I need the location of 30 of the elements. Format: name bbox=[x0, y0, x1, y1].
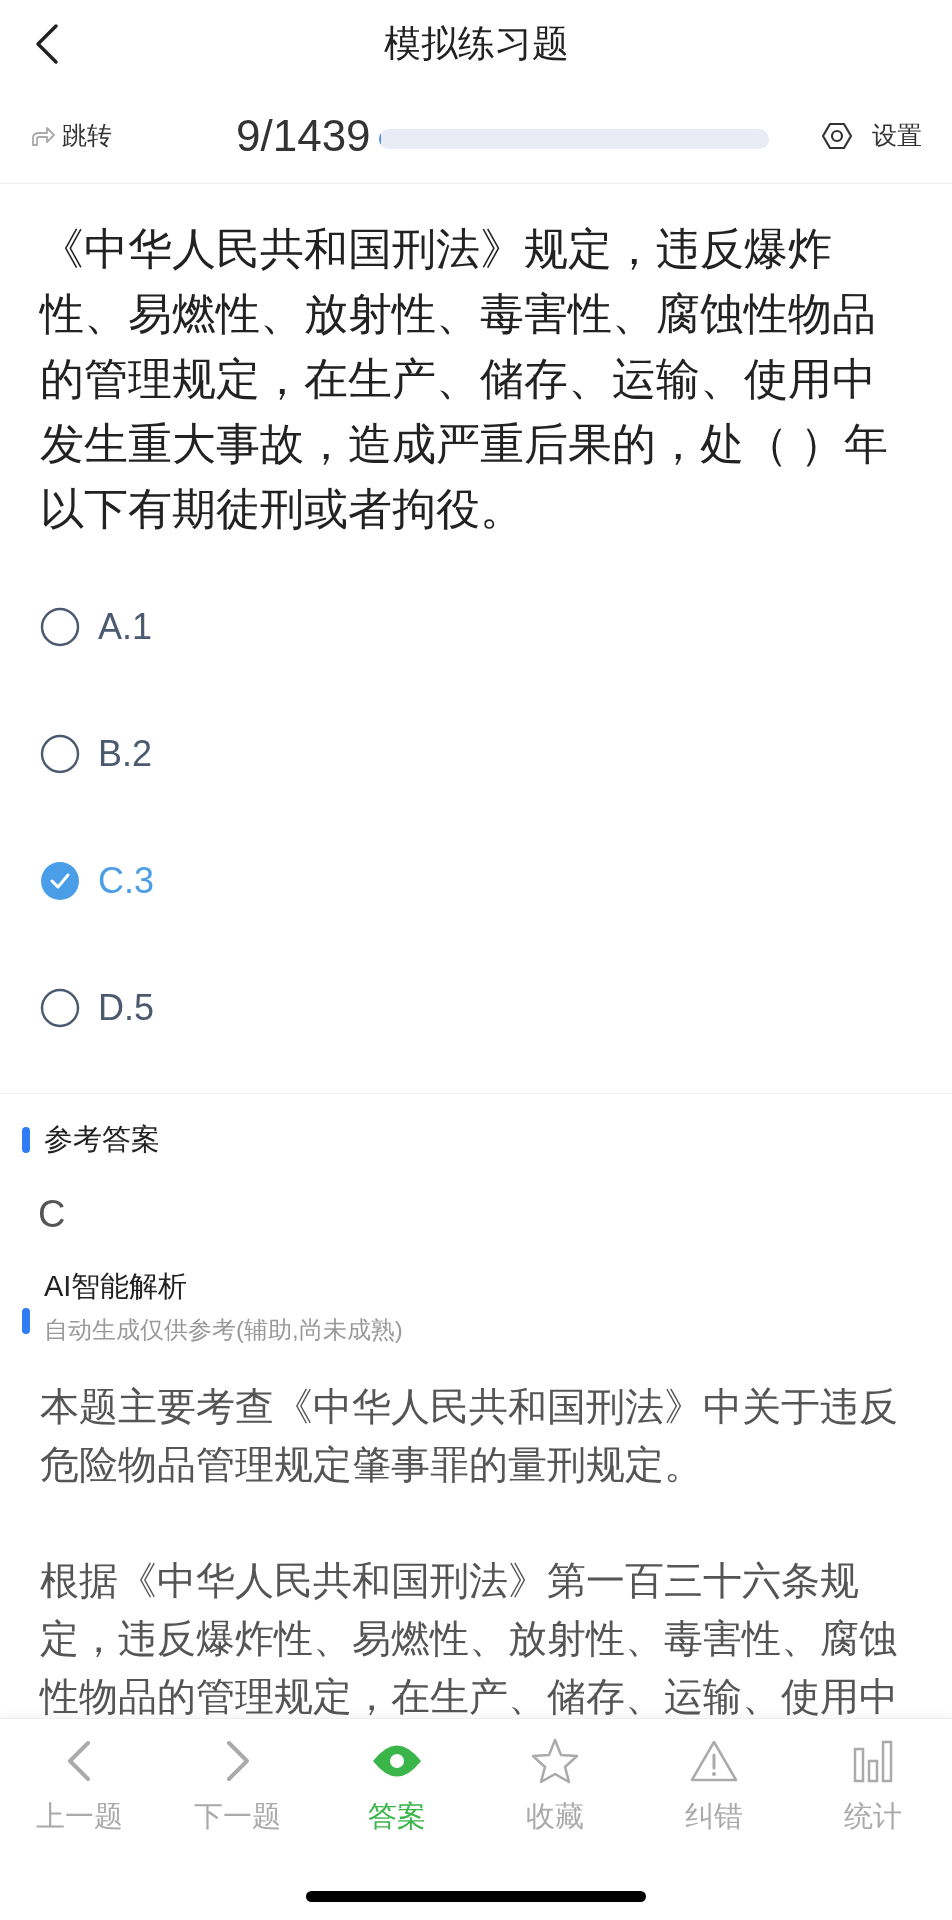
progress-count: 9/1439 bbox=[236, 109, 371, 162]
warning-icon bbox=[690, 1739, 738, 1783]
section-marker bbox=[22, 1308, 30, 1335]
answer-option[interactable]: B.2 bbox=[0, 690, 952, 817]
tab-item[interactable]: 收藏 bbox=[476, 1737, 635, 1839]
tab-item[interactable]: 下一题 bbox=[158, 1737, 318, 1839]
analysis-paragraph: 本题主要考查《中华人民共和国刑法》中关于违反危险物品管理规定肇事罪的量刑规定。 bbox=[40, 1384, 899, 1488]
star-icon bbox=[531, 1738, 580, 1784]
bar-chart-icon bbox=[851, 1739, 894, 1783]
tab-item[interactable]: 统计 bbox=[793, 1737, 952, 1839]
section-title: 参考答案 bbox=[44, 1122, 160, 1157]
back-icon[interactable] bbox=[34, 22, 60, 66]
section-title: AI智能解析 bbox=[44, 1268, 189, 1304]
answer-option[interactable]: C.3 bbox=[0, 817, 952, 944]
answer-option[interactable]: A.1 bbox=[0, 563, 952, 690]
section-subtitle: 自动生成仅供参考(辅助,尚未成熟) bbox=[44, 1315, 403, 1345]
forward-icon bbox=[30, 124, 56, 147]
tab-item[interactable]: 答案 bbox=[317, 1737, 476, 1839]
page-title: 模拟练习题 bbox=[383, 22, 569, 67]
analysis-paragraph: 根据《中华人民共和国刑法》第一百三十六条规定，违反爆炸性、易燃性、放射性、毒害性、腐蚀性物品的管理规定，在生产、储存、运输、使用中 bbox=[40, 1558, 899, 1718]
jump-button[interactable]: 跳转 bbox=[30, 116, 200, 155]
eye-icon bbox=[371, 1744, 422, 1778]
tab-item[interactable]: 纠错 bbox=[634, 1737, 794, 1839]
question-text: 《中华人民共和国刑法》规定，违反爆炸性、易燃性、放射性、毒害性、腐蚀性物品的管理规定，在生产、储存、运输、使用中发生重大事故，造成严重后果的，处（ ）年以下有期徒刑或者拘役。 bbox=[38, 223, 890, 535]
settings-icon bbox=[822, 120, 852, 151]
tab-item[interactable]: 上一题 bbox=[0, 1737, 159, 1839]
settings-button[interactable]: 设置 bbox=[822, 116, 922, 155]
answer-text: C bbox=[37, 1191, 67, 1237]
answer-option[interactable]: D.5 bbox=[0, 944, 952, 1071]
section-marker bbox=[22, 1126, 30, 1153]
